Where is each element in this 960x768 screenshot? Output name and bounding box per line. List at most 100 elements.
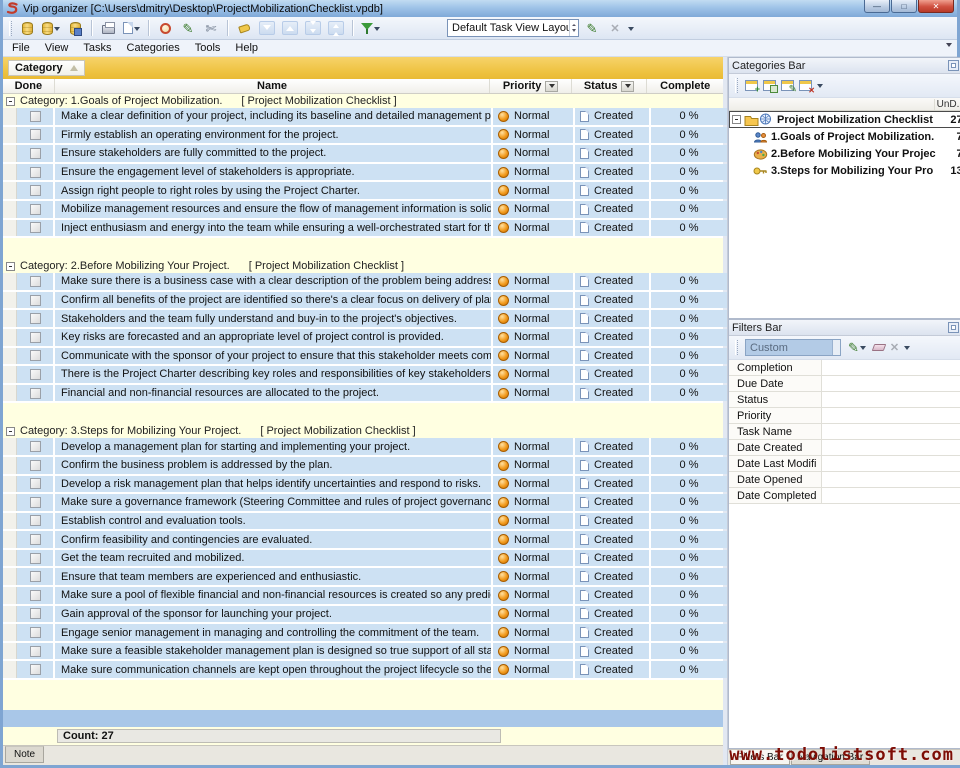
done-checkbox[interactable] bbox=[30, 167, 41, 178]
column-header-status[interactable]: Status bbox=[572, 79, 648, 93]
done-checkbox[interactable] bbox=[30, 111, 41, 122]
task-view-layout-combo[interactable]: Default Task View Layout bbox=[447, 19, 579, 37]
task-row[interactable]: Engage senior management in managing and… bbox=[3, 624, 723, 643]
filter-value-input[interactable] bbox=[822, 392, 960, 407]
panel-maximize-button[interactable] bbox=[948, 322, 959, 333]
task-row[interactable]: Mobilize management resources and ensure… bbox=[3, 201, 723, 220]
filter-value-input[interactable] bbox=[822, 440, 960, 455]
done-checkbox[interactable] bbox=[30, 478, 41, 489]
add-subcategory-icon[interactable] bbox=[763, 80, 776, 91]
category-group-row[interactable]: Category: 1.Goals of Project Mobilizatio… bbox=[3, 94, 723, 108]
minimize-button[interactable]: — bbox=[864, 0, 890, 13]
toolbar-overflow-caret[interactable] bbox=[904, 346, 910, 353]
done-checkbox[interactable] bbox=[30, 388, 41, 399]
done-checkbox[interactable] bbox=[30, 646, 41, 657]
highlight-button[interactable] bbox=[234, 19, 254, 38]
task-row[interactable]: Make sure a pool of flexible financial a… bbox=[3, 587, 723, 606]
done-checkbox[interactable] bbox=[30, 534, 41, 545]
apply-filter-button[interactable]: ✎ bbox=[846, 338, 868, 357]
task-row[interactable]: Gain approval of the sponsor for launchi… bbox=[3, 606, 723, 625]
menu-overflow-button[interactable] bbox=[946, 43, 952, 50]
collapse-icon[interactable] bbox=[6, 427, 15, 436]
column-header-priority[interactable]: Priority bbox=[490, 79, 572, 93]
done-checkbox[interactable] bbox=[30, 332, 41, 343]
save-database-button[interactable] bbox=[65, 19, 85, 38]
print-button[interactable] bbox=[98, 19, 118, 38]
menu-item[interactable]: Categories bbox=[127, 42, 180, 54]
task-row[interactable]: There is the Project Charter describing … bbox=[3, 366, 723, 385]
category-group-row[interactable]: Category: 2.Before Mobilizing Your Proje… bbox=[3, 259, 723, 273]
done-checkbox[interactable] bbox=[30, 185, 41, 196]
done-checkbox[interactable] bbox=[30, 222, 41, 233]
task-row[interactable]: Develop a management plan for starting a… bbox=[3, 438, 723, 457]
collapse-icon[interactable] bbox=[6, 97, 15, 106]
category-tree-item[interactable]: Project Mobilization Checklist 27 27 bbox=[729, 111, 960, 128]
combo-spinner[interactable] bbox=[832, 340, 840, 355]
done-checkbox[interactable] bbox=[30, 627, 41, 638]
toolbar-overflow-caret[interactable] bbox=[628, 27, 634, 34]
done-checkbox[interactable] bbox=[30, 497, 41, 508]
status-filter-dropdown[interactable] bbox=[621, 81, 634, 92]
category-group-row[interactable]: Category: 3.Steps for Mobilizing Your Pr… bbox=[3, 424, 723, 438]
task-row[interactable]: Firmly establish an operating environmen… bbox=[3, 127, 723, 146]
collapse-icon[interactable] bbox=[732, 115, 741, 124]
done-checkbox[interactable] bbox=[30, 276, 41, 287]
filter-button[interactable] bbox=[359, 19, 382, 38]
task-row[interactable]: Confirm feasibility and contingencies ar… bbox=[3, 531, 723, 550]
menu-item[interactable]: Tasks bbox=[83, 42, 111, 54]
task-row[interactable]: Key risks are forecasted and an appropri… bbox=[3, 329, 723, 348]
done-checkbox[interactable] bbox=[30, 441, 41, 452]
delete-task-button[interactable]: ✄ bbox=[201, 19, 221, 38]
category-tree-item[interactable]: 1.Goals of Project Mobilization. 7 7 bbox=[729, 128, 960, 145]
add-task-button[interactable] bbox=[155, 19, 175, 38]
menu-item[interactable]: Tools bbox=[195, 42, 221, 54]
done-checkbox[interactable] bbox=[30, 515, 41, 526]
undone-column-header[interactable]: UnD... bbox=[934, 99, 960, 110]
done-checkbox[interactable] bbox=[30, 129, 41, 140]
column-header-name[interactable]: Name bbox=[55, 79, 491, 93]
task-row[interactable]: Establish control and evaluation tools. … bbox=[3, 513, 723, 532]
done-checkbox[interactable] bbox=[30, 664, 41, 675]
task-row[interactable]: Make sure there is a business case with … bbox=[3, 273, 723, 292]
filter-value-input[interactable] bbox=[822, 424, 960, 439]
filter-value-input[interactable] bbox=[822, 456, 960, 471]
collapse-icon[interactable] bbox=[6, 262, 15, 271]
done-checkbox[interactable] bbox=[30, 369, 41, 380]
save-layout-button[interactable]: ✎ bbox=[582, 19, 602, 38]
combo-spinner[interactable] bbox=[569, 20, 578, 36]
task-row[interactable]: Ensure stakeholders are fully committed … bbox=[3, 145, 723, 164]
done-checkbox[interactable] bbox=[30, 590, 41, 601]
task-row[interactable]: Ensure the engagement level of stakehold… bbox=[3, 164, 723, 183]
task-row[interactable]: Ensure that team members are experienced… bbox=[3, 568, 723, 587]
task-row[interactable]: Make a clear definition of your project,… bbox=[3, 108, 723, 127]
column-header-done[interactable]: Done bbox=[3, 79, 55, 93]
filter-value-input[interactable] bbox=[822, 376, 960, 391]
group-by-category-button[interactable]: Category bbox=[8, 60, 85, 76]
toolbar-overflow-caret[interactable] bbox=[817, 84, 823, 91]
filter-preset-combo[interactable]: Custom bbox=[745, 339, 841, 356]
filter-value-input[interactable] bbox=[822, 472, 960, 487]
task-row[interactable]: Make sure a feasible stakeholder managem… bbox=[3, 643, 723, 662]
task-row[interactable]: Get the team recruited and mobilized. No… bbox=[3, 550, 723, 569]
done-checkbox[interactable] bbox=[30, 148, 41, 159]
new-database-button[interactable] bbox=[17, 19, 37, 38]
done-checkbox[interactable] bbox=[30, 295, 41, 306]
delete-category-icon[interactable] bbox=[799, 80, 812, 91]
filter-value-input[interactable] bbox=[822, 488, 960, 503]
task-row[interactable]: Develop a risk management plan that help… bbox=[3, 476, 723, 495]
filter-value-input[interactable] bbox=[822, 360, 960, 375]
panel-maximize-button[interactable] bbox=[948, 60, 959, 71]
open-database-button[interactable] bbox=[40, 19, 62, 38]
menu-item[interactable]: View bbox=[45, 42, 69, 54]
task-row[interactable]: Confirm the business problem is addresse… bbox=[3, 457, 723, 476]
category-tree-item[interactable]: 3.Steps for Mobilizing Your Pro 13 13 bbox=[729, 162, 960, 179]
done-checkbox[interactable] bbox=[30, 313, 41, 324]
done-checkbox[interactable] bbox=[30, 460, 41, 471]
task-row[interactable]: Assign right people to right roles by us… bbox=[3, 182, 723, 201]
task-row[interactable]: Communicate with the sponsor of your pro… bbox=[3, 348, 723, 367]
done-checkbox[interactable] bbox=[30, 608, 41, 619]
close-button[interactable]: ✕ bbox=[918, 0, 954, 13]
priority-filter-dropdown[interactable] bbox=[545, 81, 558, 92]
task-row[interactable]: Stakeholders and the team fully understa… bbox=[3, 310, 723, 329]
task-row[interactable]: Make sure communication channels are kep… bbox=[3, 661, 723, 680]
